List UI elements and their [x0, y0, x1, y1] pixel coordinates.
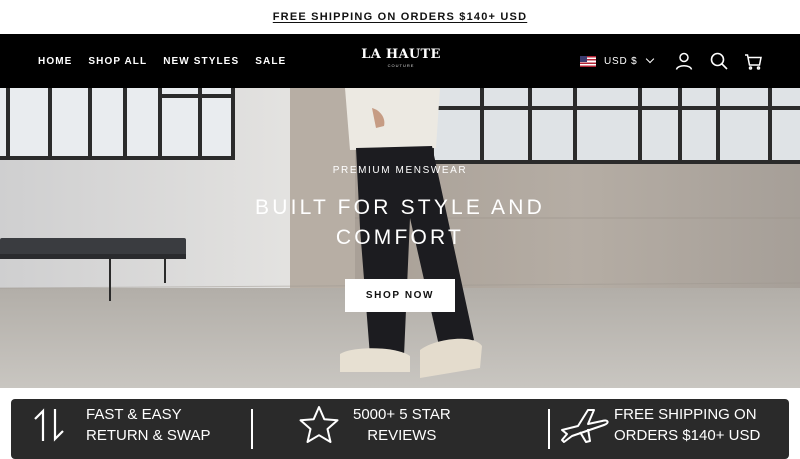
- hero-eyebrow: PREMIUM MENSWEAR: [332, 165, 468, 176]
- nav-sale[interactable]: SALE: [255, 56, 286, 67]
- star-icon: [299, 405, 339, 443]
- logo-name: LA HAUTE: [361, 47, 441, 62]
- feature-reviews-line2: REVIEWS: [367, 426, 437, 444]
- feature-returns-text: FAST & EASY RETURN & SWAP: [86, 404, 210, 446]
- hero-banner: PREMIUM MENSWEAR BUILT FOR STYLE AND COM…: [0, 88, 800, 388]
- nav-home[interactable]: HOME: [38, 56, 72, 67]
- feature-divider: [251, 409, 253, 449]
- search-icon[interactable]: [709, 51, 729, 71]
- currency-selector[interactable]: USD $: [580, 53, 655, 69]
- hero-headline: BUILT FOR STYLE AND COMFORT: [255, 196, 545, 249]
- feature-returns-line2: RETURN & SWAP: [86, 426, 211, 444]
- feature-reviews-line1: 5000+ 5 STAR: [353, 405, 451, 423]
- nav-shop-all[interactable]: SHOP ALL: [88, 56, 147, 67]
- us-flag-icon: [580, 55, 596, 67]
- site-header: HOME SHOP ALL NEW STYLES SALE LA HAUTE C…: [0, 34, 800, 88]
- currency-label: USD $: [604, 55, 638, 67]
- features-bar: FAST & EASY RETURN & SWAP 5000+ 5 STAR R…: [11, 399, 789, 459]
- swap-arrows-icon: [34, 407, 64, 442]
- nav-new-styles[interactable]: NEW STYLES: [163, 56, 239, 67]
- feature-reviews-text: 5000+ 5 STAR REVIEWS: [353, 404, 451, 446]
- feature-shipping-line1: FREE SHIPPING ON: [614, 405, 757, 423]
- feature-shipping-line2: ORDERS $140+ USD: [614, 426, 761, 444]
- feature-divider: [548, 409, 550, 449]
- feature-returns-line1: FAST & EASY: [86, 405, 182, 423]
- site-logo[interactable]: LA HAUTE COUTURE: [350, 48, 452, 68]
- feature-returns: FAST & EASY RETURN & SWAP: [29, 399, 210, 450]
- feature-shipping-text: FREE SHIPPING ON ORDERS $140+ USD: [614, 404, 760, 446]
- announcement-bar: FREE SHIPPING ON ORDERS $140+ USD: [0, 0, 800, 34]
- logo-tagline: COUTURE: [387, 63, 415, 68]
- cart-icon[interactable]: [743, 51, 763, 71]
- shop-now-button[interactable]: SHOP NOW: [345, 279, 455, 312]
- chevron-down-icon: [646, 54, 655, 64]
- airplane-icon: [561, 408, 609, 443]
- announcement-link[interactable]: FREE SHIPPING ON ORDERS $140+ USD: [273, 11, 527, 23]
- main-nav: HOME SHOP ALL NEW STYLES SALE: [38, 34, 286, 88]
- feature-shipping: FREE SHIPPING ON ORDERS $140+ USD: [558, 399, 760, 450]
- account-icon[interactable]: [674, 51, 694, 71]
- feature-reviews: 5000+ 5 STAR REVIEWS: [298, 399, 451, 450]
